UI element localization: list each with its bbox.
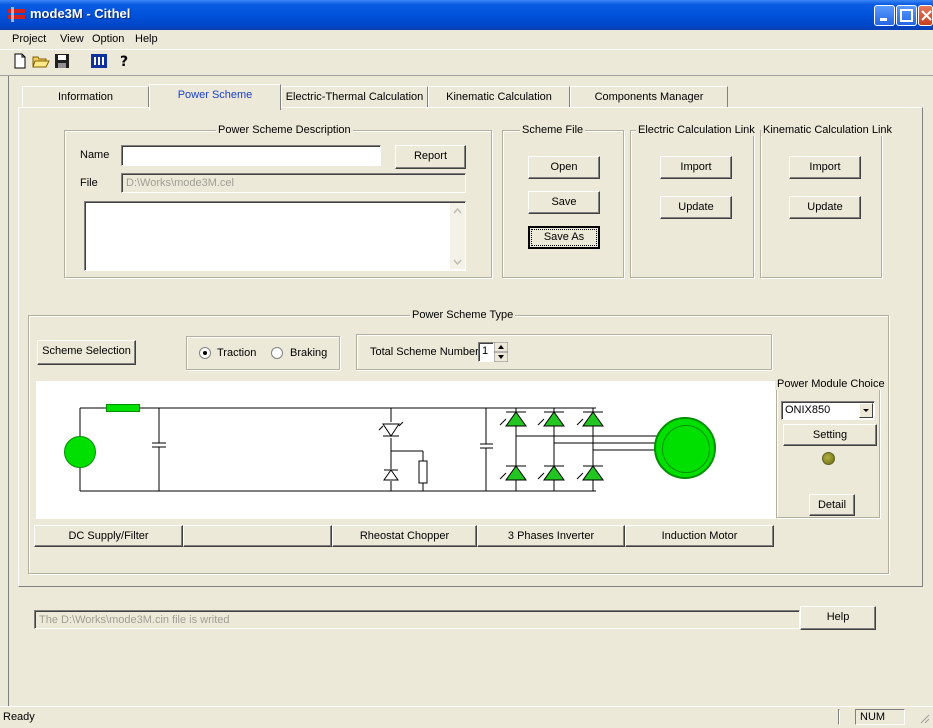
dc-supply-filter-button[interactable]: DC Supply/Filter bbox=[34, 525, 183, 547]
traction-radio[interactable] bbox=[199, 347, 211, 359]
help-icon[interactable]: ? bbox=[118, 53, 136, 71]
app-icon bbox=[8, 7, 25, 22]
electric-import-button[interactable]: Import bbox=[660, 156, 732, 179]
menu-project[interactable]: Project bbox=[12, 33, 46, 45]
scheme-file-legend: Scheme File bbox=[520, 124, 586, 136]
num-indicator: NUM bbox=[855, 709, 905, 725]
name-label: Name bbox=[80, 149, 110, 161]
close-button[interactable] bbox=[918, 5, 933, 26]
total-scheme-spinner[interactable] bbox=[493, 341, 509, 363]
description-legend: Power Scheme Description bbox=[216, 124, 353, 136]
menu-help[interactable]: Help bbox=[135, 33, 158, 45]
resize-grip-icon[interactable] bbox=[918, 712, 930, 724]
tab-electric-thermal[interactable]: Electric-Thermal Calculation bbox=[281, 86, 428, 108]
report-button[interactable]: Report bbox=[395, 145, 466, 169]
file-label: File bbox=[80, 177, 98, 189]
help-button[interactable]: Help bbox=[800, 606, 876, 630]
tab-information[interactable]: Information bbox=[22, 86, 149, 108]
message-field: The D:\Works\mode3M.cin file is writed bbox=[34, 610, 800, 629]
rheostat-chopper-button[interactable]: Rheostat Chopper bbox=[332, 525, 477, 547]
detail-button[interactable]: Detail bbox=[809, 494, 855, 516]
minimize-button[interactable] bbox=[874, 5, 895, 26]
status-led-icon bbox=[822, 452, 835, 465]
tab-power-scheme[interactable]: Power Scheme bbox=[149, 84, 281, 110]
status-divider bbox=[838, 709, 840, 725]
open-folder-icon[interactable] bbox=[32, 53, 50, 71]
induction-motor-icon bbox=[654, 417, 716, 479]
notes-textarea[interactable] bbox=[84, 201, 466, 271]
induction-motor-button[interactable]: Induction Motor bbox=[625, 525, 774, 547]
dc-source-icon bbox=[64, 436, 96, 468]
menu-view[interactable]: View bbox=[60, 33, 84, 45]
scheme-selection-button[interactable]: Scheme Selection bbox=[37, 340, 136, 365]
svg-text:?: ? bbox=[120, 54, 128, 69]
braking-radio[interactable] bbox=[271, 347, 283, 359]
kinematic-import-button[interactable]: Import bbox=[789, 156, 861, 179]
tab-components-manager[interactable]: Components Manager bbox=[570, 86, 728, 108]
new-file-icon[interactable] bbox=[12, 53, 30, 71]
save-as-button[interactable]: Save As bbox=[528, 226, 600, 249]
tab-kinematic[interactable]: Kinematic Calculation bbox=[428, 86, 570, 108]
save-disk-icon[interactable] bbox=[54, 53, 72, 71]
scheme-type-legend: Power Scheme Type bbox=[410, 309, 516, 321]
cithel-icon[interactable] bbox=[90, 53, 108, 71]
kinematic-update-button[interactable]: Update bbox=[789, 196, 861, 219]
electric-update-button[interactable]: Update bbox=[660, 196, 732, 219]
status-text: Ready bbox=[3, 711, 35, 723]
file-field: D:\Works\mode3M.cel bbox=[121, 173, 466, 193]
status-bar bbox=[0, 706, 933, 728]
title-bar[interactable] bbox=[0, 0, 933, 30]
kinematic-link-legend: Kinematic Calculation Link bbox=[761, 124, 895, 136]
chevron-down-icon[interactable] bbox=[859, 403, 873, 418]
total-scheme-label: Total Scheme Number bbox=[370, 346, 479, 358]
blank-block-button[interactable] bbox=[183, 525, 332, 547]
menu-option[interactable]: Option bbox=[92, 33, 124, 45]
electric-link-legend: Electric Calculation Link bbox=[636, 124, 757, 136]
open-button[interactable]: Open bbox=[528, 156, 600, 179]
setting-button[interactable]: Setting bbox=[783, 424, 877, 446]
three-phases-inverter-button[interactable]: 3 Phases Inverter bbox=[477, 525, 625, 547]
window-title: mode3M - Cithel bbox=[30, 6, 131, 21]
total-scheme-value[interactable]: 1 bbox=[478, 342, 494, 362]
maximize-button[interactable] bbox=[896, 5, 917, 26]
line-inductor-icon bbox=[106, 404, 140, 412]
notes-scrollbar[interactable] bbox=[450, 203, 465, 269]
traction-label: Traction bbox=[217, 347, 257, 359]
braking-label: Braking bbox=[290, 347, 328, 359]
name-input[interactable] bbox=[121, 145, 381, 166]
power-module-legend: Power Module Choice bbox=[775, 378, 887, 390]
save-button[interactable]: Save bbox=[528, 191, 600, 214]
